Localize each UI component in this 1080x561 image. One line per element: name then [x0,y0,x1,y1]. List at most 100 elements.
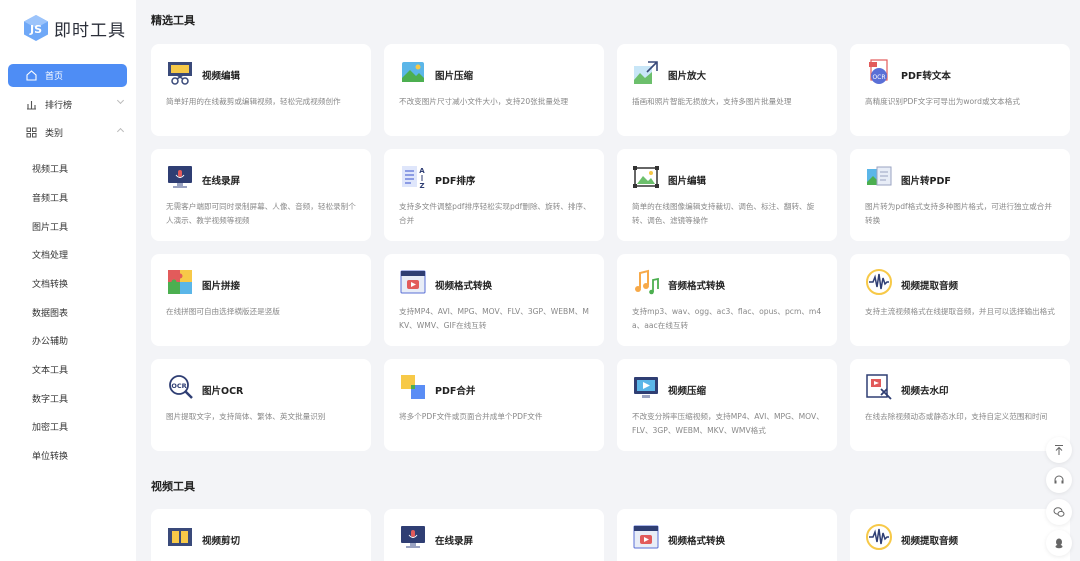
nav-ranking[interactable]: 排行榜 [8,93,127,116]
watermark-remove-icon [865,373,893,401]
svg-text:OCR: OCR [872,74,885,81]
sidebar-item-image[interactable]: 图片工具 [32,220,68,233]
section-title-video: 视频工具 [151,480,195,493]
card-title: 图片放大 [668,71,707,82]
image-compress-icon [399,58,427,86]
card-desc: 图片转为pdf格式支持多种图片格式，可进行独立或合并转换 [865,202,1052,225]
svg-text:Z: Z [419,182,424,190]
sidebar-item-audio[interactable]: 音频工具 [32,191,68,204]
film-cut-icon [166,523,194,551]
card-title: 视频格式转换 [435,281,493,292]
card-title: 视频提取音频 [901,536,959,547]
tool-card-image-ocr[interactable]: OCR 图片OCR 图片提取文字，支持简体、繁体、英文批量识别 [151,359,371,451]
sidebar-item-chart[interactable]: 数据图表 [32,306,68,319]
video-compress-icon [632,373,660,401]
card-desc: 插画和照片智能无损放大，支持多图片批量处理 [632,97,792,106]
tool-card-pdf-sort[interactable]: AZ PDF排序 支持多文件调整pdf排序轻松实现pdf删除、旋转、排序、合并 [384,149,604,241]
sidebar-item-number[interactable]: 数字工具 [32,392,68,405]
tool-card-image-to-pdf[interactable]: 图片转PDF 图片转为pdf格式支持多种图片格式，可进行独立或合并转换 [850,149,1070,241]
screen-record-icon [166,163,194,191]
music-note-icon [632,268,660,296]
svg-text:A: A [419,167,425,175]
card-desc: 简单的在线图像编辑支持裁切、调色、标注、翻转、旋转、调色、滤镜等操作 [632,202,815,225]
tool-card-pdf-merge[interactable]: PDF合并 将多个PDF文件或页面合并成单个PDF文件 [384,359,604,451]
card-desc: 将多个PDF文件或页面合并成单个PDF文件 [399,412,543,421]
ocr-icon: OCR [166,373,194,401]
tool-card-extract-audio[interactable]: 视频提取音频 支持主流视频格式在线提取音频，并且可以选择输出格式 [850,254,1070,346]
card-desc: 支持主流视频格式在线提取音频，并且可以选择输出格式 [865,307,1055,316]
card-title: 图片OCR [202,386,244,397]
card-desc: 在线去除视频动态或静态水印，支持自定义范围和时间 [865,412,1048,421]
image-edit-icon [632,163,660,191]
waveform-icon [865,523,893,551]
nav-home[interactable]: 首页 [8,64,127,87]
sidebar-item-unit[interactable]: 单位转换 [32,449,68,462]
tool-card-image-stitch[interactable]: 图片拼接 在线拼图可自由选择横版还是竖版 [151,254,371,346]
sidebar: JS 即时工具 首页 排行榜 类别 视频工具 音频工具 图片工具 文档处理 文档… [0,0,136,561]
card-title: 视频格式转换 [668,536,726,547]
video-convert-icon [632,523,660,551]
tool-card-video-edit[interactable]: 视频编辑 简单好用的在线裁剪或编辑视频，轻松完成视频创作 [151,44,371,136]
card-title: 视频去水印 [901,386,949,397]
headset-icon [1054,475,1064,484]
home-icon [25,70,37,82]
tool-card-image-edit[interactable]: 图片编辑 简单的在线图像编辑支持裁切、调色、标注、翻转、旋转、调色、滤镜等操作 [617,149,837,241]
nav-categories-label: 类别 [45,129,64,139]
card-desc: 高精度识别PDF文字可导出为word或文本格式 [865,97,1020,106]
customer-service-button[interactable] [1046,467,1072,493]
film-scissors-icon [166,58,194,86]
card-desc: 支持mp3、wav、ogg、ac3、flac、opus、pcm、m4a、aac在… [632,307,822,330]
sidebar-item-video[interactable]: 视频工具 [32,162,68,175]
pdf-sort-icon: AZ [399,163,427,191]
card-desc: 图片提取文字，支持简体、繁体、英文批量识别 [166,412,326,421]
tool-card-video-watermark-remove[interactable]: 视频去水印 在线去除视频动态或静态水印，支持自定义范围和时间 [850,359,1070,451]
logo-icon: JS [24,15,48,41]
card-title: 图片拼接 [202,281,241,292]
bar-chart-icon [25,99,37,111]
tool-card-image-enlarge[interactable]: 图片放大 插画和照片智能无损放大，支持多图片批量处理 [617,44,837,136]
card-desc: 无需客户端即可同时录制屏幕、人像、音频，轻松录制个人演示、教学视频等视频 [166,202,356,225]
tool-card-pdf-to-text[interactable]: OCR PDF转文本 高精度识别PDF文字可导出为word或文本格式 [850,44,1070,136]
tool-card-audio-format-convert[interactable]: 音频格式转换 支持mp3、wav、ogg、ac3、flac、opus、pcm、m… [617,254,837,346]
card-title: 图片转PDF [901,176,951,187]
back-to-top-button[interactable] [1046,437,1072,463]
tool-card-video-format-convert[interactable]: 视频格式转换 支持MP4、AVI、MPG、MOV、FLV、3GP、WEBM、MK… [384,254,604,346]
tool-card-video-compress[interactable]: 视频压缩 不改变分辨率压缩视频，支持MP4、AVI、MPG、MOV、FLV、3G… [617,359,837,451]
logo[interactable]: JS 即时工具 [24,14,126,42]
card-title: PDF排序 [435,176,476,187]
card-desc: 支持MP4、AVI、MPG、MOV、FLV、3GP、WEBM、MKV、WMV、G… [399,307,589,330]
sidebar-item-text[interactable]: 文本工具 [32,363,68,376]
tool-card-video-format-convert-2[interactable]: 视频格式转换 [617,509,837,561]
brand-name: 即时工具 [54,20,126,41]
video-convert-icon [399,268,427,296]
tool-card-image-compress[interactable]: 图片压缩 不改变图片尺寸减小文件大小，支持20张批量处理 [384,44,604,136]
tool-card-screen-record-2[interactable]: 在线录屏 [384,509,604,561]
waveform-icon [865,268,893,296]
grid-icon [25,127,37,139]
puzzle-icon [166,268,194,296]
image-enlarge-icon [632,58,660,86]
svg-text:JS: JS [29,23,42,36]
wechat-button[interactable] [1046,499,1072,525]
tool-card-screen-record[interactable]: 在线录屏 无需客户端即可同时录制屏幕、人像、音频，轻松录制个人演示、教学视频等视… [151,149,371,241]
card-title: PDF合并 [435,386,476,397]
tool-card-extract-audio-2[interactable]: 视频提取音频 [850,509,1070,561]
pdf-merge-icon [399,373,427,401]
qq-button[interactable] [1046,530,1072,556]
sidebar-item-encrypt[interactable]: 加密工具 [32,420,68,433]
sidebar-item-office[interactable]: 办公辅助 [32,334,68,347]
wechat-icon [1053,507,1065,517]
back-to-top-icon [1055,445,1063,455]
tool-card-video-cut[interactable]: 视频剪切 [151,509,371,561]
sidebar-item-doc-process[interactable]: 文档处理 [32,248,68,261]
chevron-down-icon [116,96,125,105]
nav-categories[interactable]: 类别 [8,121,127,144]
card-desc: 支持多文件调整pdf排序轻松实现pdf删除、旋转、排序、合并 [399,202,591,225]
qq-icon [1055,538,1063,549]
nav-home-label: 首页 [45,72,64,82]
card-desc: 不改变分辨率压缩视频，支持MP4、AVI、MPG、MOV、FLV、3GP、WEB… [632,412,824,435]
sidebar-item-doc-convert[interactable]: 文档转换 [32,277,68,290]
card-desc: 不改变图片尺寸减小文件大小，支持20张批量处理 [399,97,569,106]
screen-record-icon [399,523,427,551]
pdf-ocr-icon: OCR [865,58,893,86]
